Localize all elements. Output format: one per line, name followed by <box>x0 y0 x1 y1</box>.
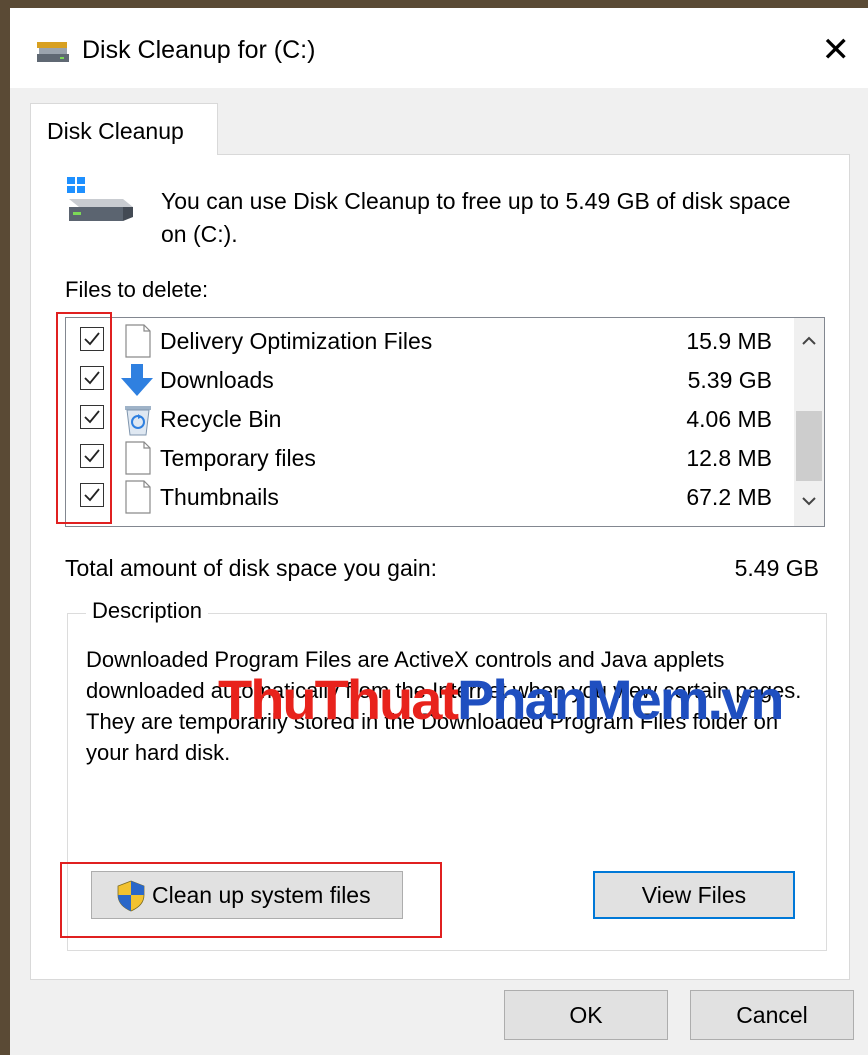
files-list[interactable]: Delivery Optimization Files 15.9 MB Down… <box>65 317 825 527</box>
download-arrow-icon <box>120 363 156 397</box>
file-size: 12.8 MB <box>686 445 772 471</box>
file-size: 67.2 MB <box>686 484 772 510</box>
tab-label: Disk Cleanup <box>47 118 184 144</box>
list-item[interactable]: Thumbnails 67.2 MB <box>66 478 796 517</box>
watermark-part-2: PhanMem.vn <box>457 668 784 731</box>
scrollbar-thumb[interactable] <box>796 411 822 481</box>
chevron-up-icon[interactable] <box>798 330 820 352</box>
file-size: 5.39 GB <box>687 367 772 393</box>
file-name: Recycle Bin <box>160 406 282 432</box>
file-name: Downloads <box>160 367 274 393</box>
recycle-bin-icon <box>120 402 156 436</box>
hard-drive-icon <box>67 177 135 223</box>
description-legend: Description <box>86 598 209 624</box>
file-name: Delivery Optimization Files <box>160 328 433 354</box>
file-icon <box>120 324 156 358</box>
chevron-down-icon[interactable] <box>798 490 820 512</box>
watermark: ThuThuatPhanMem.vn <box>218 668 784 731</box>
tab-panel: You can use Disk Cleanup to free up to 5… <box>30 154 850 980</box>
total-space-value: 5.49 GB <box>734 555 819 581</box>
list-item[interactable]: Downloads 5.39 GB <box>66 361 796 400</box>
close-icon[interactable]: ✕ <box>822 30 851 70</box>
list-item[interactable]: Recycle Bin 4.06 MB <box>66 400 796 439</box>
list-item[interactable]: Delivery Optimization Files 15.9 MB <box>66 322 796 361</box>
cancel-label: Cancel <box>736 1002 808 1028</box>
title-bar: Disk Cleanup for (C:) ✕ <box>10 8 868 88</box>
view-files-label: View Files <box>641 882 747 908</box>
total-space-label: Total amount of disk space you gain: <box>65 555 438 581</box>
vertical-scrollbar[interactable] <box>794 318 824 526</box>
list-item[interactable]: Temporary files 12.8 MB <box>66 439 796 478</box>
file-size: 15.9 MB <box>686 328 772 354</box>
cancel-button[interactable]: Cancel <box>690 990 854 1040</box>
intro-text: You can use Disk Cleanup to free up to 5… <box>161 188 791 247</box>
file-name: Thumbnails <box>160 484 279 510</box>
file-icon <box>120 480 156 514</box>
watermark-part-1: ThuThuat <box>218 668 459 731</box>
file-size: 4.06 MB <box>686 406 772 432</box>
file-icon <box>120 441 156 475</box>
view-files-button[interactable]: View Files <box>593 871 795 919</box>
window-title: Disk Cleanup for (C:) <box>82 36 316 64</box>
ok-button[interactable]: OK <box>504 990 668 1040</box>
ok-label: OK <box>569 1002 603 1028</box>
files-to-delete-label: Files to delete: <box>65 277 209 302</box>
cleanup-button-highlight <box>60 862 442 938</box>
file-name: Temporary files <box>160 445 316 471</box>
tab-disk-cleanup[interactable]: Disk Cleanup <box>30 103 218 155</box>
checkbox-highlight <box>56 312 112 524</box>
disk-cleanup-icon <box>36 38 70 64</box>
